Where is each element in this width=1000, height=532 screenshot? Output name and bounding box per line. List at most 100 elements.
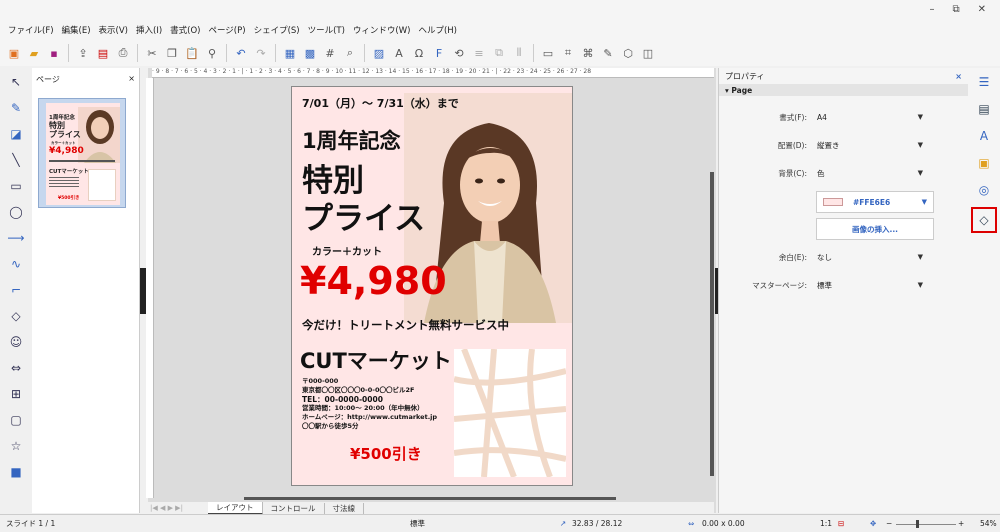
menu-edit[interactable]: 編集(E)	[62, 24, 91, 36]
document-page[interactable]: 7/01（月）～ 7/31（水）まで 1周年記念 特別 プライス カラー＋カット…	[291, 86, 573, 486]
zoom-slider[interactable]: − +	[886, 519, 966, 528]
grid-icon[interactable]: ▦	[282, 45, 298, 61]
crop-icon[interactable]: ⌗	[560, 45, 576, 61]
sidebar-menu-icon[interactable]: ☰	[974, 72, 994, 92]
flyer-anniversary-title[interactable]: 1周年記念	[302, 125, 401, 155]
restore-button[interactable]: ⧉	[952, 4, 959, 15]
flyer-date-range[interactable]: 7/01（月）～ 7/31（水）まで	[302, 95, 459, 111]
flyer-price-title[interactable]: プライス	[302, 193, 425, 238]
snap-grid-icon[interactable]: #	[322, 45, 338, 61]
flyer-promo-text[interactable]: 今だけ！トリートメント無料サービス中	[302, 317, 509, 333]
tab-dimension-lines[interactable]: 寸法線	[325, 502, 364, 514]
flyer-discount[interactable]: ¥500引き	[350, 443, 422, 464]
format-dropdown[interactable]: A4 ▼	[813, 109, 927, 125]
line-color-icon[interactable]: ✎	[5, 98, 27, 118]
minimize-button[interactable]: –	[929, 4, 934, 15]
tab-navigation-icon[interactable]: |◀ ◀ ▶ ▶|	[148, 504, 208, 512]
transform-icon[interactable]: ⟲	[451, 45, 467, 61]
menu-shape[interactable]: シェイプ(S)	[254, 24, 300, 36]
new-document-icon[interactable]: ▣	[6, 45, 22, 61]
tab-controls[interactable]: コントロール	[263, 502, 325, 514]
shapes-deck-icon[interactable]: ◇	[971, 207, 997, 233]
orientation-dropdown[interactable]: 縦置き ▼	[813, 137, 927, 153]
save-icon[interactable]: ▪	[46, 45, 62, 61]
gallery-deck-icon[interactable]: ▣	[974, 153, 994, 173]
shadow-icon[interactable]: ▭	[540, 45, 556, 61]
image-icon[interactable]: ▨	[371, 45, 387, 61]
margin-dropdown[interactable]: なし ▼	[813, 249, 927, 265]
flyer-service-label[interactable]: カラー＋カット	[312, 243, 382, 258]
open-folder-icon[interactable]: ▰	[26, 45, 42, 61]
menu-tools[interactable]: ツール(T)	[308, 24, 345, 36]
zoom-out-icon[interactable]: −	[886, 519, 892, 528]
close-window-button[interactable]: ✕	[978, 4, 986, 15]
zoom-icon[interactable]: ⌕	[342, 45, 358, 61]
menu-file[interactable]: ファイル(F)	[8, 24, 54, 36]
distribute-icon[interactable]: ⫴	[511, 45, 527, 61]
horizontal-scrollbar[interactable]	[244, 497, 616, 500]
properties-deck-icon[interactable]: ▤	[974, 99, 994, 119]
stars-icon[interactable]: ☆	[5, 436, 27, 456]
curve-tool-icon[interactable]: ∿	[5, 254, 27, 274]
flowchart-icon[interactable]: ⊞	[5, 384, 27, 404]
flyer-map[interactable]	[454, 349, 566, 477]
zoom-level[interactable]: 54%	[980, 519, 997, 528]
flyer-shop-info[interactable]: 〒000-000 東京都〇〇区〇〇〇0-0-0〇〇ビル2F TEL：00-000…	[302, 377, 437, 431]
textbox-icon[interactable]: A	[391, 45, 407, 61]
rectangle-tool-icon[interactable]: ▭	[5, 176, 27, 196]
export-icon[interactable]: ⇪	[75, 45, 91, 61]
helplines-icon[interactable]: ▩	[302, 45, 318, 61]
fit-page-icon[interactable]: ✥	[870, 519, 876, 528]
properties-close-button[interactable]: ×	[955, 72, 962, 81]
select-arrow-icon[interactable]: ↖	[5, 72, 27, 92]
tab-layout[interactable]: レイアウト	[208, 501, 263, 515]
flyer-price[interactable]: ¥4,980	[300, 259, 447, 303]
cut-icon[interactable]: ✂	[144, 45, 160, 61]
points-icon[interactable]: ✎	[600, 45, 616, 61]
menu-help[interactable]: ヘルプ(H)	[418, 24, 457, 36]
page-section-header[interactable]: ▾ Page	[719, 84, 968, 96]
flyer-brand-name[interactable]: CUTマーケット	[300, 345, 452, 375]
glue-points-icon[interactable]: ⬡	[620, 45, 636, 61]
menu-insert[interactable]: 挿入(I)	[136, 24, 162, 36]
symbol-shapes-icon[interactable]: ☺	[5, 332, 27, 352]
zoom-in-icon[interactable]: +	[958, 519, 964, 528]
horizontal-ruler[interactable]: · 9 · 8 · 7 · 6 · 5 · 4 · 3 · 2 · 1 · | …	[152, 68, 714, 78]
special-character-icon[interactable]: Ω	[411, 45, 427, 61]
align-icon[interactable]: ≡	[471, 45, 487, 61]
ellipse-tool-icon[interactable]: ◯	[5, 202, 27, 222]
styles-deck-icon[interactable]: A	[974, 126, 994, 146]
menu-format[interactable]: 書式(O)	[170, 24, 200, 36]
background-dropdown[interactable]: 色 ▼	[813, 165, 927, 181]
print-icon[interactable]: ⎙	[115, 45, 131, 61]
zoom-thumb[interactable]	[916, 520, 919, 528]
line-tool-icon[interactable]: ╲	[5, 150, 27, 170]
callouts-icon[interactable]: ▢	[5, 410, 27, 430]
undo-icon[interactable]: ↶	[233, 45, 249, 61]
block-arrows-icon[interactable]: ⇔	[5, 358, 27, 378]
menu-view[interactable]: 表示(V)	[99, 24, 128, 36]
redo-icon[interactable]: ↷	[253, 45, 269, 61]
vertical-ruler[interactable]	[146, 78, 154, 498]
page-thumbnail[interactable]: 1周年記念 特別 プライス カラー＋カット ¥4,980 CUTマーケット ¥5…	[38, 98, 126, 208]
basic-shapes-icon[interactable]: ◇	[5, 306, 27, 326]
clone-formatting-icon[interactable]: ⚲	[204, 45, 220, 61]
menu-window[interactable]: ウィンドウ(W)	[353, 24, 411, 36]
export-pdf-icon[interactable]: ▤	[95, 45, 111, 61]
collapse-pages-panel-handle[interactable]	[140, 268, 146, 314]
master-page-dropdown[interactable]: 標準 ▼	[813, 277, 927, 293]
navigator-deck-icon[interactable]: ◎	[974, 180, 994, 200]
connector-tool-icon[interactable]: ⌐	[5, 280, 27, 300]
fill-color-icon[interactable]: ◪	[5, 124, 27, 144]
3d-objects-icon[interactable]: ■	[5, 462, 27, 482]
vertical-scrollbar[interactable]	[710, 172, 714, 476]
copy-icon[interactable]: ❐	[164, 45, 180, 61]
pages-panel-close-button[interactable]: ×	[128, 74, 135, 85]
arrange-icon[interactable]: ⧉	[491, 45, 507, 61]
filter-icon[interactable]: ⌘	[580, 45, 596, 61]
menu-page[interactable]: ページ(P)	[208, 24, 245, 36]
toggle-extrusion-icon[interactable]: ◫	[640, 45, 656, 61]
fontwork-icon[interactable]: F	[431, 45, 447, 61]
paste-icon[interactable]: 📋	[184, 45, 200, 61]
insert-image-button[interactable]: 画像の挿入...	[816, 218, 934, 240]
